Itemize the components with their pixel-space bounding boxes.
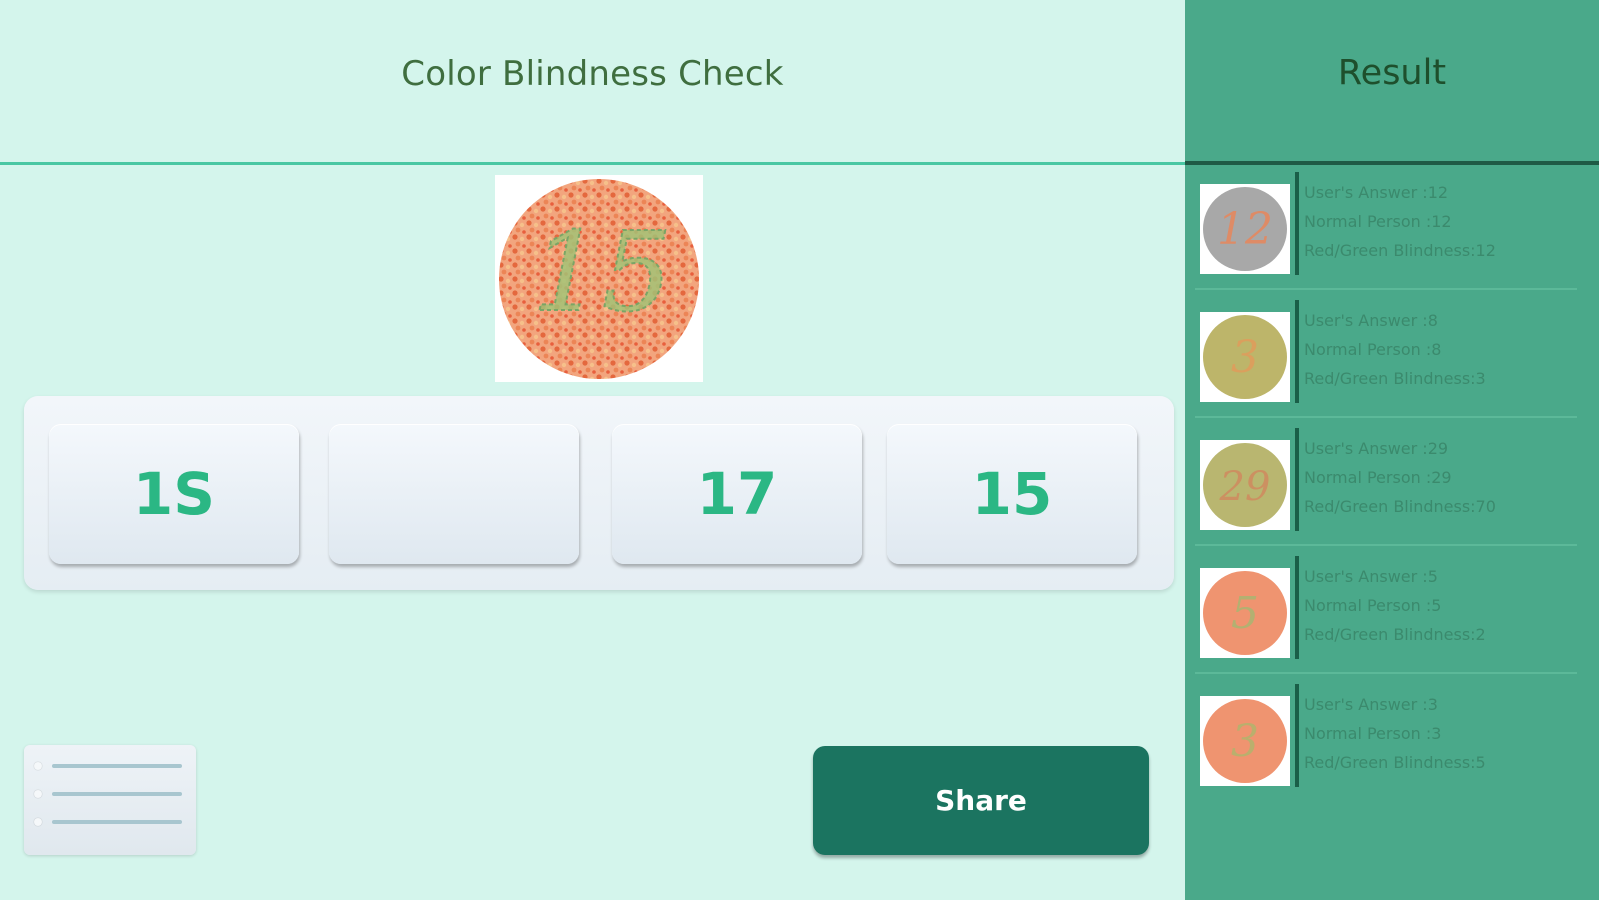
result-separator [1195, 288, 1577, 290]
svg-text:29: 29 [1219, 464, 1271, 510]
user-answer-text: User's Answer :5 [1304, 567, 1438, 586]
result-plate-thumb: 12 [1200, 184, 1290, 274]
normal-person-text: Normal Person :12 [1304, 212, 1452, 231]
result-item: 12 User's Answer :12 Normal Person :12 R… [1185, 172, 1577, 292]
result-separator [1195, 416, 1577, 418]
result-divider-bar [1295, 556, 1299, 659]
main-panel: Color Blindness Check 15 1S 17 15 Share [0, 0, 1185, 900]
results-header: Result [1185, 0, 1599, 161]
svg-text:12: 12 [1217, 204, 1273, 255]
red-green-text: Red/Green Blindness:2 [1304, 625, 1486, 644]
result-plate-thumb: 29 [1200, 440, 1290, 530]
result-plate-thumb: 3 [1200, 696, 1290, 786]
normal-person-text: Normal Person :8 [1304, 340, 1442, 359]
red-green-text: Red/Green Blindness:3 [1304, 369, 1486, 388]
page-title: Color Blindness Check [401, 53, 784, 94]
menu-button[interactable] [24, 745, 196, 855]
result-separator [1195, 544, 1577, 546]
result-plate-thumb: 5 [1200, 568, 1290, 658]
result-item: 29 User's Answer :29 Normal Person :29 R… [1185, 428, 1577, 548]
result-divider-bar [1295, 428, 1299, 531]
svg-text:5: 5 [1231, 588, 1259, 639]
answer-option-3[interactable]: 17 [612, 424, 862, 564]
result-plate-image: 29 [1203, 443, 1287, 527]
normal-person-text: Normal Person :5 [1304, 596, 1442, 615]
answer-option-2[interactable] [329, 424, 579, 564]
results-panel: Result 12 User's Answer :12 Normal Perso… [1185, 0, 1599, 900]
results-divider [1185, 161, 1599, 165]
result-item: 3 User's Answer :3 Normal Person :3 Red/… [1185, 684, 1577, 804]
svg-text:3: 3 [1231, 332, 1259, 383]
result-item: 5 User's Answer :5 Normal Person :5 Red/… [1185, 556, 1577, 676]
ishihara-plate-image: 15 [499, 178, 699, 379]
header-divider [0, 162, 1185, 165]
svg-text:3: 3 [1231, 716, 1259, 767]
result-divider-bar [1295, 684, 1299, 787]
result-divider-bar [1295, 172, 1299, 275]
result-plate-image: 3 [1203, 699, 1287, 783]
result-divider-bar [1295, 300, 1299, 403]
red-green-text: Red/Green Blindness:70 [1304, 497, 1496, 516]
test-plate: 15 [495, 175, 703, 382]
result-plate-thumb: 3 [1200, 312, 1290, 402]
red-green-text: Red/Green Blindness:12 [1304, 241, 1496, 260]
normal-person-text: Normal Person :29 [1304, 468, 1452, 487]
result-plate-image: 3 [1203, 315, 1287, 399]
normal-person-text: Normal Person :3 [1304, 724, 1442, 743]
answer-option-1[interactable]: 1S [49, 424, 299, 564]
answer-options: 1S 17 15 [24, 396, 1174, 590]
plate-numeral: 15 [532, 208, 672, 336]
user-answer-text: User's Answer :8 [1304, 311, 1438, 330]
result-plate-image: 5 [1203, 571, 1287, 655]
share-button[interactable]: Share [813, 746, 1149, 855]
answer-option-4[interactable]: 15 [887, 424, 1137, 564]
result-plate-image: 12 [1203, 187, 1287, 271]
user-answer-text: User's Answer :12 [1304, 183, 1449, 202]
user-answer-text: User's Answer :29 [1304, 439, 1449, 458]
red-green-text: Red/Green Blindness:5 [1304, 753, 1486, 772]
main-header: Color Blindness Check [0, 0, 1185, 162]
user-answer-text: User's Answer :3 [1304, 695, 1438, 714]
result-separator [1195, 672, 1577, 674]
results-title: Result [1337, 53, 1447, 93]
result-item: 3 User's Answer :8 Normal Person :8 Red/… [1185, 300, 1577, 420]
